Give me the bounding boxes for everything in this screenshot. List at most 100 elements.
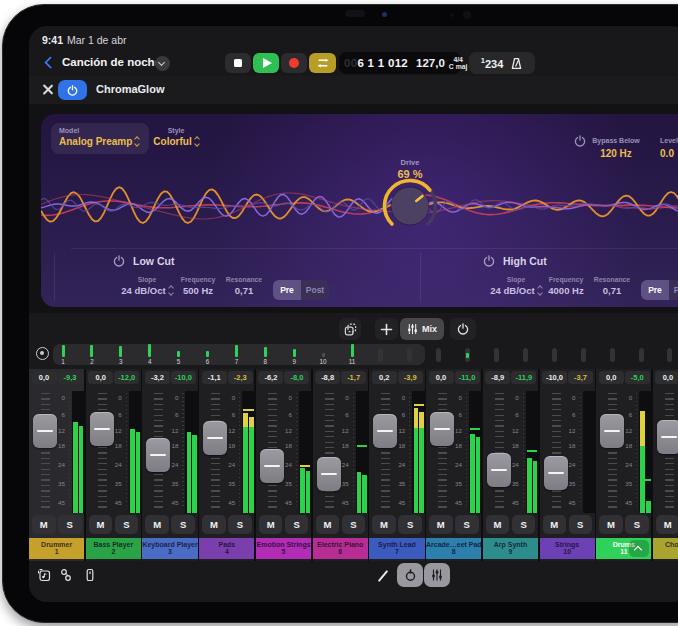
track-name-label[interactable]: Chorus V bbox=[653, 538, 678, 559]
count-in-button[interactable]: 1234 bbox=[469, 52, 535, 74]
volume-fader[interactable] bbox=[317, 457, 341, 491]
close-icon[interactable] bbox=[41, 83, 54, 96]
lowcut-post-button[interactable]: Post bbox=[301, 280, 329, 300]
overview-track-number[interactable]: 7 bbox=[230, 358, 242, 365]
bypass-value[interactable]: 120 Hz bbox=[588, 148, 644, 159]
monitor-icon[interactable] bbox=[36, 347, 49, 360]
solo-button[interactable]: S bbox=[398, 515, 422, 534]
pan-value[interactable]: 0,0 bbox=[599, 371, 624, 384]
level-value[interactable]: -8,0 bbox=[284, 371, 309, 384]
pan-value[interactable]: -3,2 bbox=[145, 371, 170, 384]
mute-button[interactable]: M bbox=[372, 515, 396, 534]
volume-fader[interactable] bbox=[373, 414, 397, 448]
solo-button[interactable]: S bbox=[285, 515, 309, 534]
paste-settings-button[interactable] bbox=[339, 318, 361, 340]
volume-fader[interactable] bbox=[487, 453, 511, 487]
controls-view-button[interactable] bbox=[397, 563, 423, 587]
overview-track-number[interactable]: 10 bbox=[317, 358, 329, 365]
loop-browser-icon[interactable] bbox=[37, 568, 51, 582]
level-value[interactable]: -2,3 bbox=[228, 371, 253, 384]
plugin-strip-icon[interactable] bbox=[83, 568, 97, 582]
overview-slot[interactable] bbox=[610, 348, 615, 362]
pan-value[interactable]: -1,1 bbox=[202, 371, 227, 384]
overview-slot[interactable] bbox=[436, 348, 441, 362]
track-name-label[interactable]: Keyboard Player3 bbox=[142, 538, 197, 559]
overview-slot[interactable] bbox=[378, 348, 383, 362]
mute-button[interactable]: M bbox=[486, 515, 510, 534]
mute-button[interactable]: M bbox=[543, 515, 567, 534]
overview-track-number[interactable]: 8 bbox=[259, 358, 271, 365]
track-name-label[interactable]: Arp Synth9 bbox=[483, 538, 538, 559]
overview-track-number[interactable]: 4 bbox=[144, 358, 156, 365]
lowcut-power-icon[interactable] bbox=[113, 255, 125, 267]
highcut-post-button[interactable]: Post bbox=[669, 280, 678, 300]
bypass-power-icon[interactable] bbox=[574, 135, 586, 147]
overview-slot[interactable] bbox=[639, 348, 644, 362]
highcut-power-icon[interactable] bbox=[483, 255, 495, 267]
track-name-label[interactable]: Emotion Strings5 bbox=[256, 538, 311, 559]
pan-value[interactable]: -10,0 bbox=[542, 371, 567, 384]
overview-slot[interactable] bbox=[407, 348, 412, 362]
mute-button[interactable]: M bbox=[145, 515, 169, 534]
volume-fader[interactable] bbox=[203, 421, 227, 455]
solo-button[interactable]: S bbox=[455, 515, 479, 534]
overview-slot[interactable] bbox=[667, 348, 672, 362]
volume-fader[interactable] bbox=[90, 412, 114, 446]
mute-button[interactable]: M bbox=[202, 515, 226, 534]
cycle-button[interactable] bbox=[309, 53, 336, 73]
mute-button[interactable]: M bbox=[599, 515, 623, 534]
highcut-res-value[interactable]: 0,71 bbox=[580, 285, 644, 296]
volume-fader[interactable] bbox=[146, 438, 170, 472]
level-value[interactable]: -3,9 bbox=[398, 371, 423, 384]
track-name-label[interactable]: Synth Lead7 bbox=[369, 538, 424, 559]
overview-track-number[interactable]: 1 bbox=[57, 358, 69, 365]
solo-button[interactable]: S bbox=[569, 515, 593, 534]
level-value[interactable]: -12,0 bbox=[114, 371, 139, 384]
solo-button[interactable]: S bbox=[512, 515, 536, 534]
stop-button[interactable] bbox=[225, 53, 251, 73]
pan-value[interactable]: -8,8 bbox=[315, 371, 340, 384]
title-dropdown-button[interactable] bbox=[155, 56, 170, 71]
lowcut-res-value[interactable]: 0,71 bbox=[212, 285, 276, 296]
pan-value[interactable]: 0,0 bbox=[429, 371, 454, 384]
drive-knob[interactable] bbox=[380, 176, 440, 236]
overview-track-number[interactable]: 9 bbox=[288, 358, 300, 365]
level-value[interactable]: -11,0 bbox=[455, 371, 480, 384]
overview-track-number[interactable]: 11 bbox=[346, 358, 358, 365]
solo-button[interactable]: S bbox=[342, 515, 366, 534]
track-name-label[interactable]: Arcade…eet Pad8 bbox=[426, 538, 481, 559]
pan-value[interactable]: 0,0 bbox=[32, 371, 57, 384]
level-value[interactable]: -10,0 bbox=[171, 371, 196, 384]
mute-button[interactable]: M bbox=[316, 515, 340, 534]
mute-button[interactable]: M bbox=[259, 515, 283, 534]
level-value[interactable]: -1,7 bbox=[341, 371, 366, 384]
volume-fader[interactable] bbox=[657, 420, 678, 454]
overview-slot[interactable] bbox=[581, 348, 586, 362]
pan-value[interactable]: 0,0 bbox=[655, 371, 678, 384]
lcd-display[interactable]: 00 6 1 1 012 127,0 4/4 C maj In Out MIDI bbox=[339, 52, 461, 74]
add-track-button[interactable] bbox=[375, 318, 398, 340]
record-button[interactable] bbox=[281, 53, 307, 73]
pan-value[interactable]: -6,2 bbox=[258, 371, 283, 384]
overview-track-number[interactable]: 6 bbox=[202, 358, 214, 365]
mute-button[interactable]: M bbox=[656, 515, 678, 534]
overview-slot[interactable] bbox=[523, 348, 528, 362]
solo-button[interactable]: S bbox=[228, 515, 252, 534]
volume-fader[interactable] bbox=[544, 456, 568, 490]
lowcut-pre-button[interactable]: Pre bbox=[273, 280, 301, 300]
overview-slot[interactable] bbox=[552, 348, 557, 362]
level-value[interactable]: -11,9 bbox=[511, 371, 536, 384]
project-title[interactable]: Canción de noche bbox=[62, 56, 161, 68]
volume-fader[interactable] bbox=[33, 414, 57, 448]
solo-button[interactable]: S bbox=[171, 515, 195, 534]
overview-track-number[interactable]: 2 bbox=[86, 358, 98, 365]
volume-fader[interactable] bbox=[600, 414, 624, 448]
play-button[interactable] bbox=[253, 53, 279, 73]
level-value[interactable]: 0.0 bbox=[647, 148, 678, 159]
volume-fader[interactable] bbox=[430, 412, 454, 446]
overview-track-number[interactable]: 3 bbox=[115, 358, 127, 365]
pan-value[interactable]: 0,2 bbox=[372, 371, 397, 384]
volume-fader[interactable] bbox=[260, 449, 284, 483]
mute-button[interactable]: M bbox=[429, 515, 453, 534]
highcut-pre-button[interactable]: Pre bbox=[641, 280, 669, 300]
